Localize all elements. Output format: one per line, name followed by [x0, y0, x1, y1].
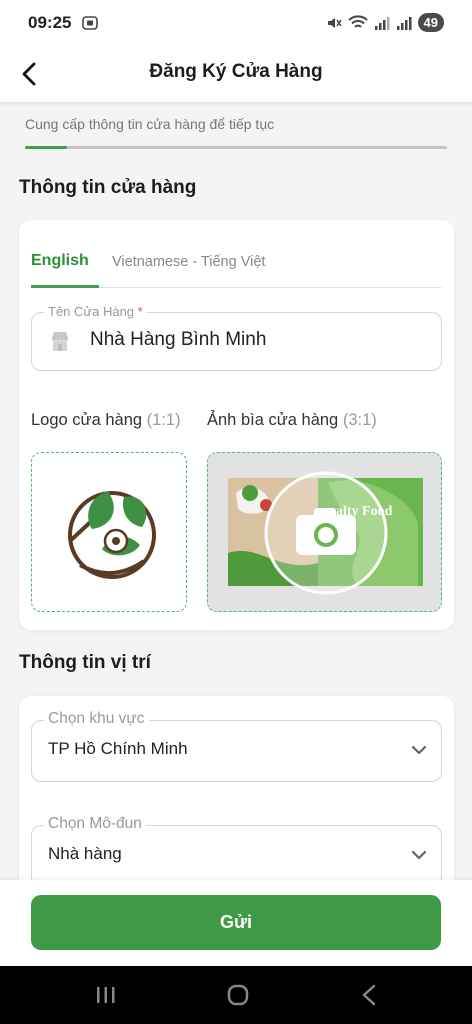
section-title-store: Thông tin cửa hàng [19, 177, 197, 198]
store-name-field[interactable]: Tên Cửa Hàng * Nhà Hàng Bình Minh [31, 304, 442, 371]
status-bar: 09:25 49 [0, 0, 472, 46]
module-select-label: Chọn Mô-đun [44, 815, 146, 833]
region-select[interactable]: Chọn khu vực TP Hồ Chính Minh [31, 710, 442, 782]
bottom-bar: Gửi [0, 880, 472, 966]
home-icon[interactable] [226, 983, 250, 1007]
store-icon [52, 332, 68, 351]
tab-vietnamese[interactable]: Vietnamese - Tiếng Việt [112, 254, 265, 270]
store-logo-image [68, 491, 156, 579]
back-nav-icon[interactable] [358, 983, 382, 1007]
chevron-down-icon [411, 850, 427, 860]
progress-bar [25, 146, 447, 149]
logo-upload[interactable] [31, 452, 187, 612]
logo-label: Logo cửa hàng (1:1) [31, 411, 181, 429]
page-title: Đăng Ký Cửa Hàng [149, 61, 323, 82]
chevron-down-icon [411, 745, 427, 755]
region-select-value: TP Hồ Chính Minh [48, 739, 188, 758]
app-bar: Đăng Ký Cửa Hàng [0, 46, 472, 102]
battery-badge: 49 [417, 13, 444, 32]
region-select-label: Chọn khu vực [44, 710, 149, 728]
signal-icon [374, 16, 390, 30]
section-title-location: Thông tin vị trí [19, 652, 151, 673]
module-select[interactable]: Chọn Mô-đun Nhà hàng [31, 815, 442, 887]
tab-active-indicator [31, 285, 99, 288]
wifi-icon [347, 14, 368, 28]
status-icons: 49 [326, 13, 444, 32]
camera-icon [296, 508, 356, 555]
screen-record-icon [82, 16, 98, 30]
progress-fill [25, 146, 68, 149]
subtitle: Cung cấp thông tin cửa hàng để tiếp tục [25, 116, 275, 132]
tab-english[interactable]: English [31, 252, 89, 270]
store-name-label: Tên Cửa Hàng * [44, 304, 147, 319]
signal-icon-2 [396, 16, 412, 30]
cover-label: Ảnh bìa cửa hàng (3:1) [207, 411, 377, 429]
cover-upload[interactable]: alty Food [207, 452, 442, 612]
submit-button[interactable]: Gửi [31, 895, 441, 950]
cover-image: alty Food [208, 453, 441, 611]
module-select-value: Nhà hàng [48, 844, 122, 863]
system-nav-bar [0, 966, 472, 1024]
status-time: 09:25 [28, 13, 72, 32]
language-tabs: English Vietnamese - Tiếng Việt [31, 250, 442, 288]
required-mark: * [137, 304, 143, 319]
recent-apps-icon[interactable] [94, 983, 118, 1007]
store-name-value: Nhà Hàng Bình Minh [90, 329, 267, 350]
mute-icon [327, 17, 342, 28]
store-info-card: English Vietnamese - Tiếng Việt Tên Cửa … [19, 220, 454, 630]
